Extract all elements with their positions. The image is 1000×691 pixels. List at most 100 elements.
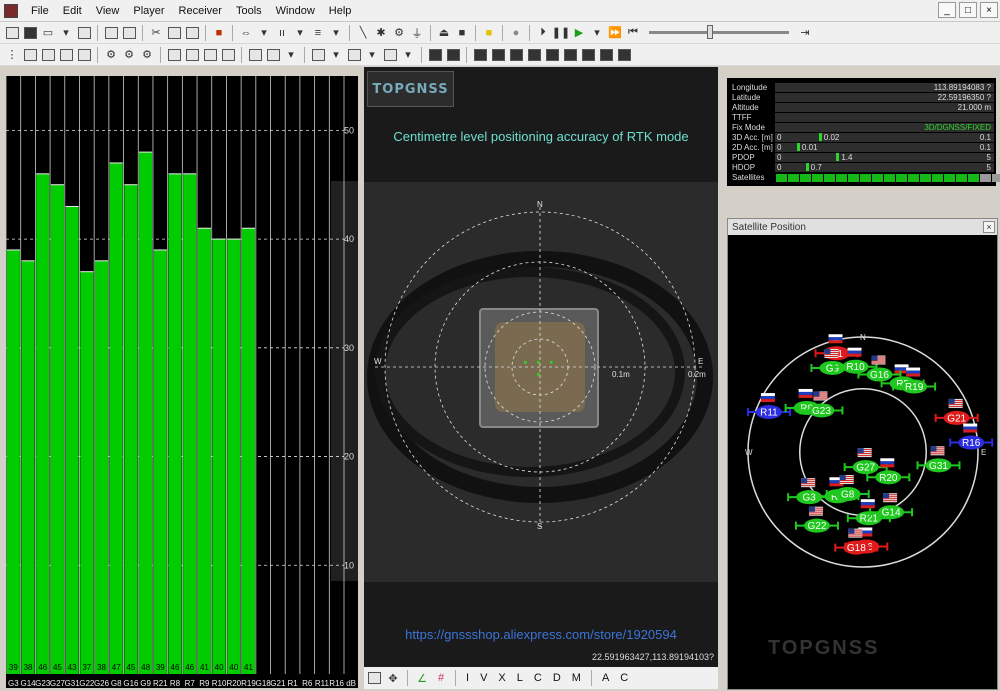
center-icon[interactable]: ✥ <box>385 670 401 686</box>
cut-icon[interactable]: ✂ <box>148 25 164 41</box>
menu-view[interactable]: View <box>89 5 127 17</box>
record-icon[interactable]: ■ <box>211 25 227 41</box>
warning-icon[interactable]: ■ <box>481 25 497 41</box>
stop-icon[interactable]: ■ <box>454 25 470 41</box>
mode-i-button[interactable]: I <box>462 672 473 684</box>
mode-c2-button[interactable]: C <box>616 672 632 684</box>
hdop-current: 0.7 <box>810 162 822 172</box>
views-icon[interactable] <box>58 47 74 63</box>
gear-icon[interactable]: ⚙ <box>139 47 155 63</box>
dropdown-arrow-icon[interactable]: ▾ <box>589 25 605 41</box>
wand-icon[interactable]: ╲ <box>355 25 371 41</box>
debug-icon[interactable]: ✱ <box>373 25 389 41</box>
docs-icon[interactable] <box>76 47 92 63</box>
menu-player[interactable]: Player <box>126 5 171 17</box>
packet-icon[interactable] <box>184 47 200 63</box>
new-file-icon[interactable] <box>4 25 20 41</box>
dropdown-arrow-icon[interactable]: ▾ <box>292 25 308 41</box>
console-icon[interactable] <box>247 47 263 63</box>
gear-icon[interactable]: ⚙ <box>103 47 119 63</box>
dropdown-arrow-icon[interactable]: ▾ <box>328 47 344 63</box>
restore-button[interactable]: □ <box>959 2 977 18</box>
menu-tools[interactable]: Tools <box>229 5 269 17</box>
mode-c-button[interactable]: C <box>530 672 546 684</box>
save-icon[interactable] <box>22 25 38 41</box>
signal-level-icon[interactable] <box>508 47 524 63</box>
satellite-window-titlebar[interactable]: Satellite Position × <box>728 219 997 235</box>
print-preview-icon[interactable] <box>121 25 137 41</box>
close-button[interactable]: × <box>980 2 998 18</box>
clock-icon[interactable] <box>598 47 614 63</box>
menu-receiver[interactable]: Receiver <box>172 5 229 17</box>
deviation-icon[interactable] <box>490 47 506 63</box>
grid-icon[interactable]: # <box>433 670 449 686</box>
signal-bar-g3 <box>6 249 20 675</box>
baud-icon[interactable]: ıı <box>274 25 290 41</box>
table-icon[interactable] <box>265 47 281 63</box>
packet-icon[interactable] <box>220 47 236 63</box>
satellite-window-close-button[interactable]: × <box>983 221 995 233</box>
menu-window[interactable]: Window <box>269 5 322 17</box>
packet-icon[interactable] <box>166 47 182 63</box>
copy-icon[interactable] <box>166 25 182 41</box>
dropdown-arrow-icon[interactable]: ▾ <box>400 47 416 63</box>
paste-icon[interactable] <box>184 25 200 41</box>
minimize-button[interactable]: _ <box>938 2 956 18</box>
sky-view-icon[interactable] <box>445 47 461 63</box>
bar-id-label: R7 <box>185 679 196 688</box>
satellite-square <box>932 173 943 182</box>
polling-icon[interactable]: ≡ <box>310 25 326 41</box>
statistic-icon[interactable] <box>580 47 596 63</box>
compass-icon[interactable] <box>472 47 488 63</box>
graph-icon[interactable] <box>346 47 362 63</box>
mode-m-button[interactable]: M <box>568 672 585 684</box>
packet-icon[interactable] <box>202 47 218 63</box>
russia-flag-icon <box>906 367 921 371</box>
play-icon[interactable]: ▶ <box>571 25 587 41</box>
dropdown-arrow-icon[interactable]: ▾ <box>283 47 299 63</box>
mode-l-button[interactable]: L <box>513 672 527 684</box>
skip-to-end-icon[interactable]: ⇥ <box>797 25 813 41</box>
menu-edit[interactable]: Edit <box>56 5 89 17</box>
mode-a-button[interactable]: A <box>598 672 613 684</box>
dropdown-arrow-icon[interactable]: ▾ <box>256 25 272 41</box>
usa-flag-stripe <box>801 485 816 487</box>
map-settings-icon[interactable] <box>366 670 382 686</box>
mode-v-button[interactable]: V <box>476 672 491 684</box>
log-icon[interactable] <box>76 25 92 41</box>
dropdown-arrow-icon[interactable]: ▾ <box>328 25 344 41</box>
playback-slider[interactable] <box>649 25 789 39</box>
open-folder-icon[interactable]: ▭ <box>40 25 56 41</box>
print-icon[interactable] <box>103 25 119 41</box>
eject-icon[interactable]: ⏏ <box>436 25 452 41</box>
connection-icon[interactable]: ⇔ <box>238 25 254 41</box>
usa-flag-canton <box>930 446 937 452</box>
map-icon[interactable] <box>427 47 443 63</box>
step-icon[interactable]: ⏵ <box>535 25 551 41</box>
track-icon[interactable]: ∠ <box>414 670 430 686</box>
tools-icon[interactable]: ⚙ <box>391 25 407 41</box>
record-dot-icon[interactable]: ● <box>508 25 524 41</box>
config-icon[interactable] <box>40 47 56 63</box>
sky-icon[interactable] <box>526 47 542 63</box>
data-icon[interactable] <box>544 47 560 63</box>
dropdown-arrow-icon[interactable]: ▾ <box>364 47 380 63</box>
mode-x-button[interactable]: X <box>494 672 509 684</box>
msg-icon[interactable] <box>22 47 38 63</box>
mode-d-button[interactable]: D <box>549 672 565 684</box>
playback-slider-thumb[interactable] <box>707 25 713 39</box>
ruler-icon[interactable] <box>616 47 632 63</box>
antenna-icon[interactable]: ⏚ <box>409 25 425 41</box>
rewind-icon[interactable]: ⏮ <box>625 25 641 41</box>
pause-icon[interactable]: ❚❚ <box>552 25 570 41</box>
fast-forward-icon[interactable]: ⏩ <box>607 25 623 41</box>
gear-icon[interactable]: ⚙ <box>121 47 137 63</box>
menu-bar: File Edit View Player Receiver Tools Win… <box>0 0 1000 22</box>
chart-icon[interactable] <box>310 47 326 63</box>
histogram-icon[interactable] <box>382 47 398 63</box>
russia-flag-icon <box>906 370 921 374</box>
camera-icon[interactable] <box>562 47 578 63</box>
dropdown-arrow-icon[interactable]: ▾ <box>58 25 74 41</box>
menu-help[interactable]: Help <box>322 5 359 17</box>
menu-file[interactable]: File <box>24 5 56 17</box>
